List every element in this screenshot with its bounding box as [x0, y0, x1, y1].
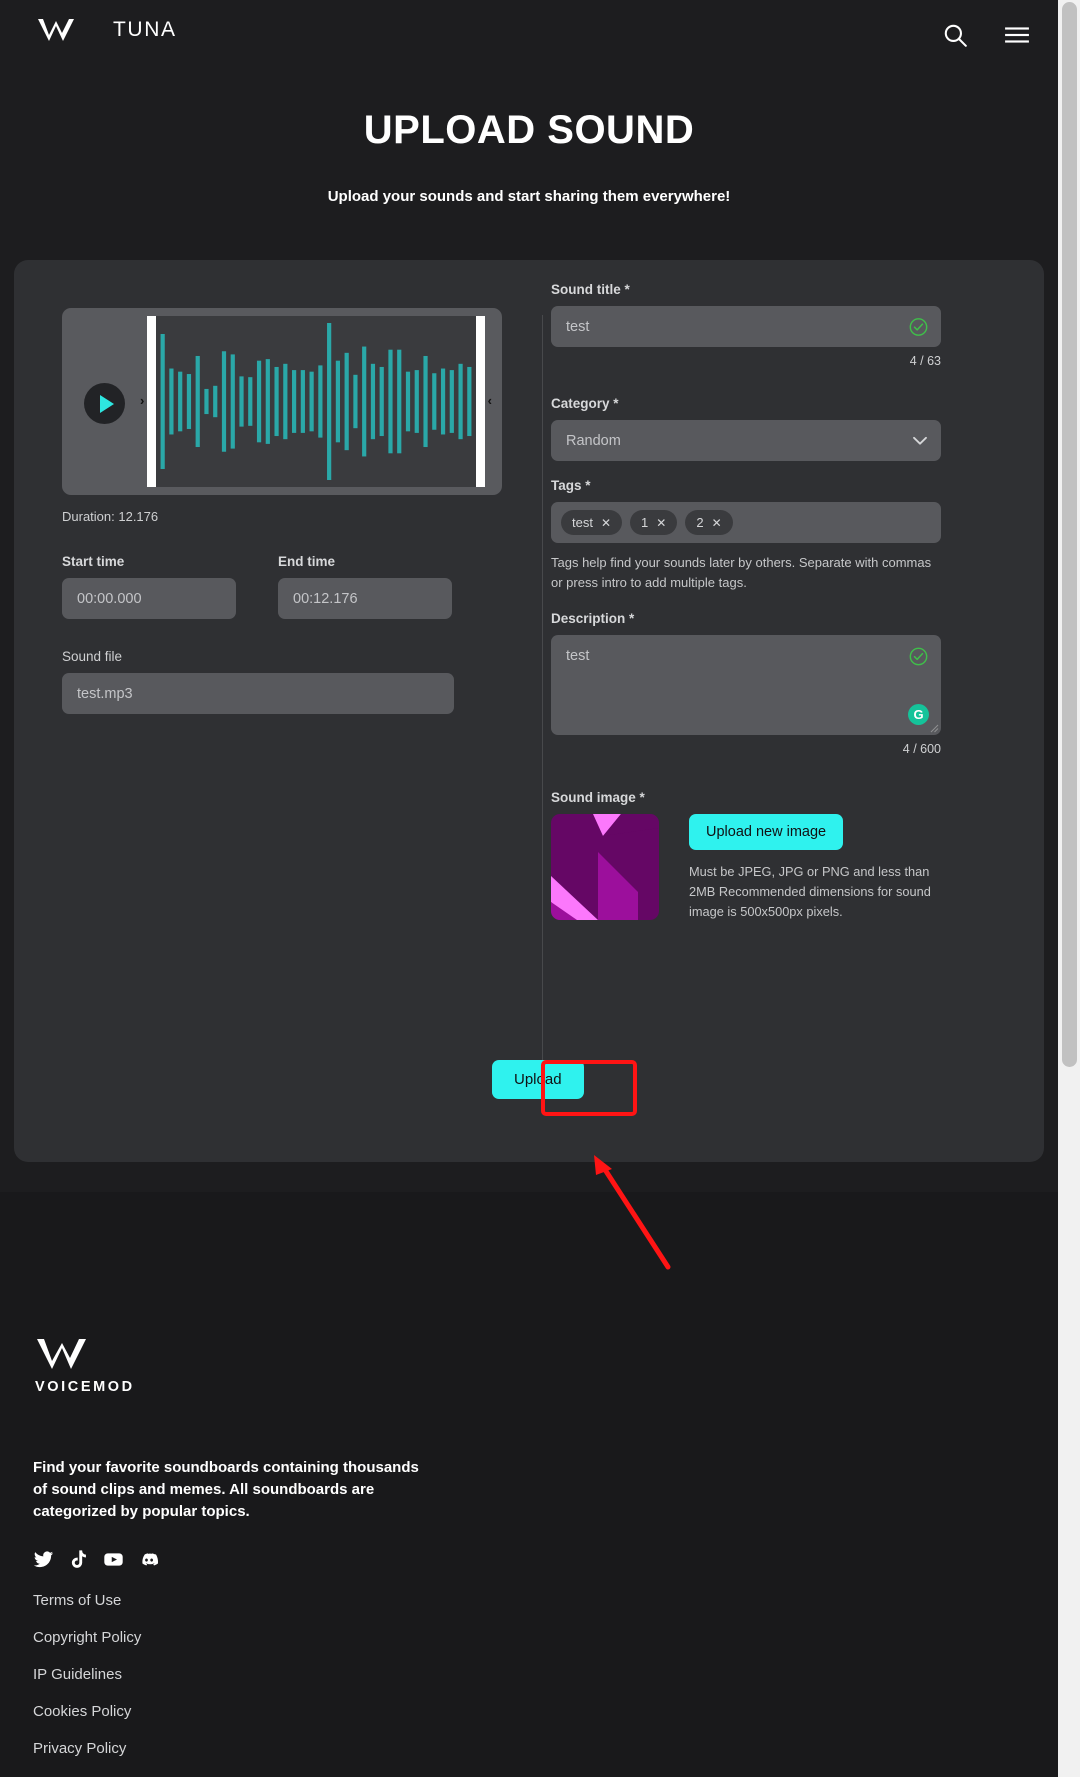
description-label: Description *	[551, 611, 941, 626]
footer-link-list: Terms of Use Copyright Policy IP Guideline…	[33, 1592, 141, 1757]
footer-logo[interactable]: VOICEMOD	[35, 1337, 135, 1395]
audio-column: › ‹ Duration: 12.176 Start time 00:00.00…	[62, 308, 507, 714]
sound-title-input[interactable]: test	[551, 306, 941, 347]
footer-brand-label: VOICEMOD	[35, 1379, 135, 1395]
upload-button[interactable]: Upload	[492, 1060, 584, 1099]
tag-remove-icon[interactable]: ✕	[601, 516, 611, 530]
sound-image-label: Sound image *	[551, 790, 951, 805]
footer-social-links	[33, 1549, 159, 1570]
footer-link[interactable]: Privacy Policy	[33, 1740, 141, 1757]
sound-image-note: Must be JPEG, JPG or PNG and less than 2…	[689, 862, 951, 921]
sound-image-artwork	[551, 814, 659, 920]
category-value: Random	[566, 433, 621, 449]
header-actions	[942, 22, 1030, 48]
tag-remove-icon[interactable]: ✕	[712, 516, 722, 530]
waveform-region[interactable]: › ‹	[140, 316, 492, 487]
tag-label: test	[572, 515, 593, 530]
tag-label: 2	[696, 515, 703, 530]
textarea-resize-handle[interactable]	[930, 724, 939, 733]
start-time-field: Start time 00:00.000	[62, 554, 236, 619]
description-value: test	[566, 648, 589, 664]
tag-remove-icon[interactable]: ✕	[656, 516, 666, 530]
trim-end-handle[interactable]	[476, 316, 485, 487]
play-button[interactable]	[84, 383, 125, 424]
audio-player[interactable]: › ‹	[62, 308, 502, 495]
site-header: TUNA	[0, 0, 1058, 72]
waveform-bars	[156, 316, 476, 487]
discord-icon[interactable]	[138, 1549, 159, 1570]
hamburger-menu-icon[interactable]	[1004, 22, 1030, 48]
youtube-icon[interactable]	[103, 1549, 124, 1570]
sound-file-field: Sound file test.mp3	[62, 649, 507, 714]
footer-link[interactable]: Copyright Policy	[33, 1629, 141, 1646]
browser-viewport: TUNA UPLOAD SOUND Upload your sounds and…	[0, 0, 1058, 1777]
tags-hint: Tags help find your sounds later by othe…	[551, 553, 943, 593]
end-time-label: End time	[278, 554, 452, 569]
chevron-down-icon	[913, 436, 927, 445]
sound-image-row: Upload new image Must be JPEG, JPG or PN…	[551, 814, 951, 921]
tag-label: 1	[641, 515, 648, 530]
upload-form-card: › ‹ Duration: 12.176 Start time 00:00.00…	[14, 260, 1044, 1162]
trim-start-handle[interactable]	[147, 316, 156, 487]
page-scrollbar-thumb[interactable]	[1062, 2, 1077, 1067]
tag-chip[interactable]: 2✕	[685, 510, 732, 535]
sound-title-counter: 4 / 63	[551, 354, 941, 368]
category-label: Category *	[551, 396, 941, 411]
tiktok-icon[interactable]	[68, 1549, 89, 1570]
sound-file-input[interactable]: test.mp3	[62, 673, 454, 714]
category-field: Category * Random	[551, 396, 941, 461]
site-footer: VOICEMOD Find your favorite soundboards …	[0, 1192, 1058, 1777]
category-select[interactable]: Random	[551, 420, 941, 461]
trim-start-chevron-icon: ›	[140, 393, 144, 408]
end-time-input[interactable]: 00:12.176	[278, 578, 452, 619]
submit-row: Upload	[492, 1060, 584, 1099]
check-circle-icon	[909, 317, 928, 336]
check-circle-icon	[909, 647, 928, 666]
tuna-logo[interactable]: TUNA	[36, 17, 177, 43]
tags-field: Tags * test✕1✕2✕ Tags help find your sou…	[551, 478, 943, 593]
tags-input[interactable]: test✕1✕2✕	[551, 502, 941, 543]
sound-title-field: Sound title * test 4 / 63	[551, 282, 941, 368]
page-scrollbar-track[interactable]	[1058, 0, 1080, 1777]
upload-new-image-button[interactable]: Upload new image	[689, 814, 843, 850]
sound-image-field: Sound image *	[551, 790, 951, 921]
sound-image-thumbnail[interactable]	[551, 814, 659, 920]
end-time-field: End time 00:12.176	[278, 554, 452, 619]
footer-link[interactable]: Terms of Use	[33, 1592, 141, 1609]
tags-label: Tags *	[551, 478, 943, 493]
duration-label: Duration: 12.176	[62, 509, 507, 524]
waveform-canvas[interactable]	[156, 316, 476, 487]
footer-link[interactable]: IP Guidelines	[33, 1666, 141, 1683]
brand-label: TUNA	[113, 18, 177, 42]
tag-chip[interactable]: 1✕	[630, 510, 677, 535]
description-textarea[interactable]: test G	[551, 635, 941, 735]
trim-end-chevron-icon: ‹	[488, 393, 492, 408]
grammarly-badge-icon[interactable]: G	[908, 704, 929, 725]
sound-file-label: Sound file	[62, 649, 507, 664]
description-field: Description * test G 4 / 600	[551, 611, 941, 756]
page-title: UPLOAD SOUND	[0, 108, 1058, 153]
sound-image-actions: Upload new image Must be JPEG, JPG or PN…	[689, 814, 951, 921]
footer-description: Find your favorite soundboards containin…	[33, 1457, 425, 1522]
footer-link[interactable]: Cookies Policy	[33, 1703, 141, 1720]
page-subtitle: Upload your sounds and start sharing the…	[0, 188, 1058, 205]
voicemod-mark-icon	[35, 1337, 123, 1371]
column-divider	[542, 315, 543, 1105]
description-counter: 4 / 600	[551, 742, 941, 756]
tag-chip[interactable]: test ✕	[561, 510, 622, 535]
trim-times-row: Start time 00:00.000 End time 00:12.176	[62, 554, 507, 619]
start-time-input[interactable]: 00:00.000	[62, 578, 236, 619]
play-icon	[100, 395, 114, 413]
twitter-icon[interactable]	[33, 1549, 54, 1570]
start-time-label: Start time	[62, 554, 236, 569]
sound-title-label: Sound title *	[551, 282, 941, 297]
voicemod-mark-icon	[36, 17, 102, 43]
search-icon[interactable]	[942, 22, 968, 48]
page-root: TUNA UPLOAD SOUND Upload your sounds and…	[0, 0, 1080, 1777]
sound-title-value: test	[566, 319, 589, 335]
